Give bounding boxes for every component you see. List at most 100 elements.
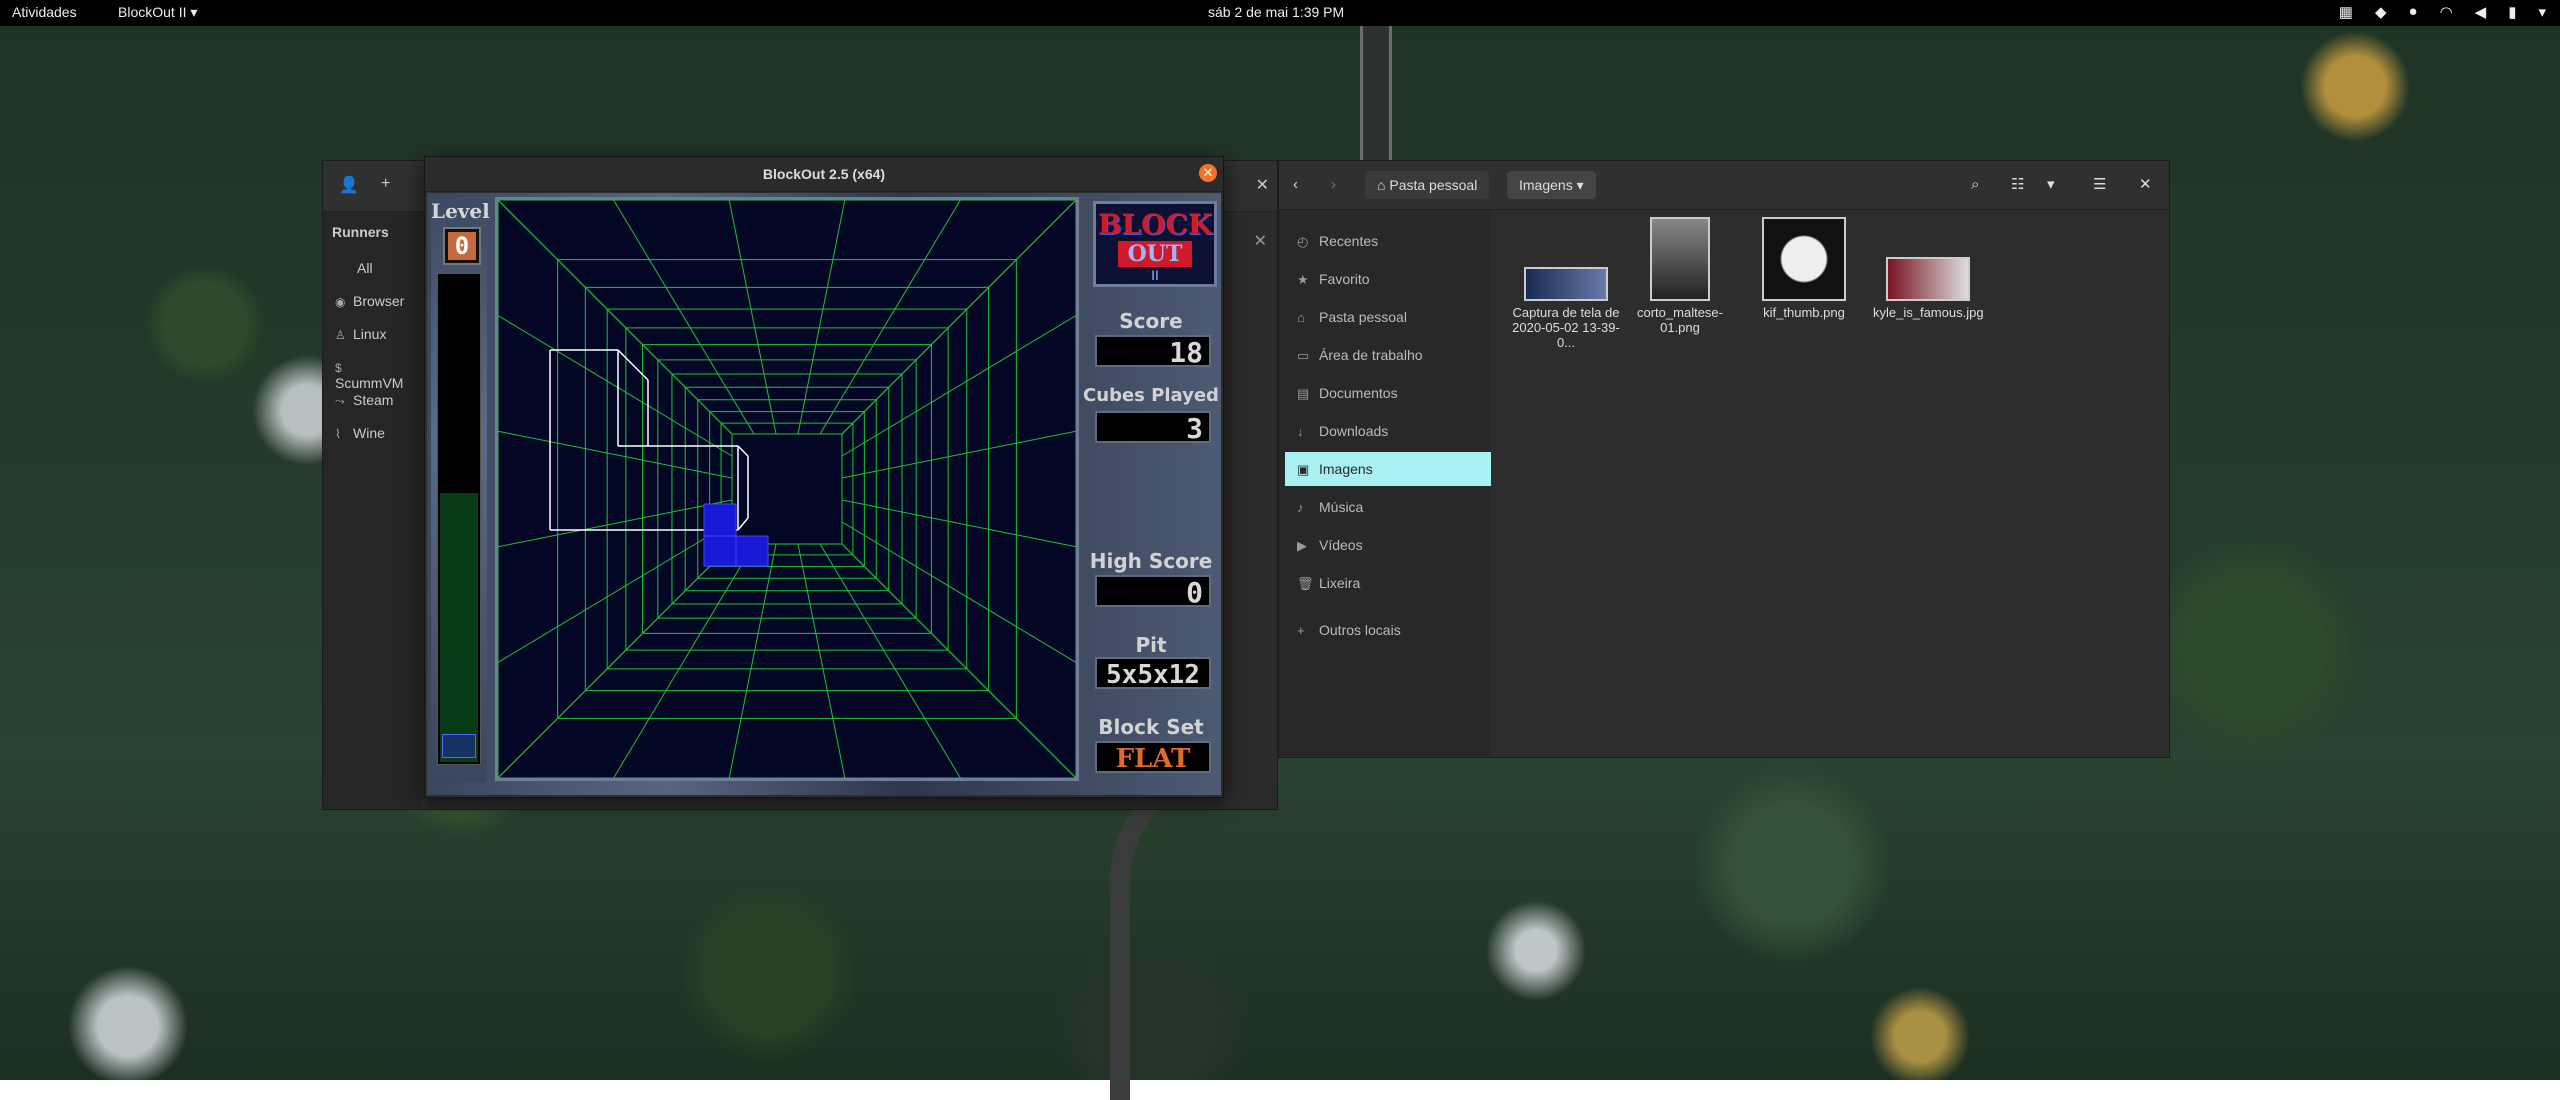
place-item[interactable]: ◴ Recentes xyxy=(1285,224,1491,258)
road xyxy=(1360,26,1392,166)
cube-icon xyxy=(442,734,476,758)
runner-item[interactable]: $ScummVM xyxy=(335,359,421,391)
runners-title: Runners xyxy=(332,224,389,240)
chevron-down-icon[interactable]: ▾ xyxy=(2538,3,2546,21)
breadcrumb-home[interactable]: ⌂ Pasta pessoal xyxy=(1365,171,1490,199)
cubes-label: Cubes Played xyxy=(1083,385,1219,406)
runner-item[interactable]: ⤳ Steam xyxy=(335,392,393,409)
pit-line xyxy=(613,200,755,435)
plus-icon: + xyxy=(1297,623,1305,638)
workspace-icon[interactable]: ▦ xyxy=(2339,3,2353,21)
place-item[interactable]: ▣ Imagens xyxy=(1285,452,1491,486)
pit-line xyxy=(797,543,846,778)
blockout-window: BlockOut 2.5 (x64) ✕ Level 0 BLOCK OUT I… xyxy=(424,156,1224,798)
pit-line xyxy=(841,200,1076,435)
place-item[interactable]: ★ Favorito xyxy=(1285,262,1491,296)
pit-line xyxy=(841,543,1076,778)
runner-item[interactable]: ⌇ Wine xyxy=(335,425,385,441)
battery-icon[interactable]: ▮ xyxy=(2508,3,2516,21)
scummvm-icon: $ xyxy=(335,361,342,375)
pit-line xyxy=(613,543,755,778)
file-thumbnail xyxy=(1762,217,1846,301)
file-item[interactable]: corto_maltese-01.png xyxy=(1625,217,1735,335)
level-label: Level xyxy=(431,199,490,223)
volume-icon[interactable]: ◀ xyxy=(2475,3,2487,21)
places-sidebar: ◴ Recentes ★ Favorito ⌂ Pasta pessoal ▭ Área… xyxy=(1279,210,1491,756)
falling-piece-edge xyxy=(737,445,749,457)
view-icon[interactable]: ☷ xyxy=(2011,171,2024,199)
place-item[interactable]: ▶ Vídeos xyxy=(1285,528,1491,562)
window-title: BlockOut 2.5 (x64) xyxy=(762,166,886,182)
chevron-down-icon[interactable]: ▾ xyxy=(2047,171,2055,199)
pit-line xyxy=(498,543,733,778)
close-icon[interactable]: ✕ xyxy=(1256,175,1269,195)
level-bar-fill xyxy=(440,492,478,762)
place-item[interactable]: + Outros locais xyxy=(1285,613,1491,647)
top-bar: Atividades BlockOut II ▾ sáb 2 de mai 1:… xyxy=(0,0,2560,26)
place-item[interactable]: ▤ Documentos xyxy=(1285,376,1491,410)
stats-panel: BLOCK OUT II Score 18 Cubes Played 3 Hig… xyxy=(1083,193,1219,795)
system-tray[interactable]: ▦ ◆ ● ◠ ◀ ▮ ▾ xyxy=(2339,3,2546,21)
runner-item[interactable]: ◉ Browser xyxy=(335,293,404,309)
game-pit[interactable] xyxy=(495,197,1079,781)
pit-value: 5x5x12 xyxy=(1095,657,1211,690)
app-menu[interactable]: BlockOut II ▾ xyxy=(118,4,197,21)
pit-line xyxy=(841,499,1076,548)
pit-line xyxy=(819,543,961,778)
dropbox-icon[interactable]: ◆ xyxy=(2375,3,2387,21)
wine-icon: ⌇ xyxy=(335,427,341,441)
score-value: 18 xyxy=(1095,335,1211,369)
wifi-icon[interactable]: ◠ xyxy=(2440,3,2453,21)
falling-piece-edge xyxy=(737,517,749,531)
runners-sidebar: Runners All ◉ Browser ♙ Linux $ScummVM ⤳ St… xyxy=(323,212,421,808)
level-box: 0 xyxy=(443,227,481,265)
forward-icon[interactable]: › xyxy=(1331,171,1336,199)
file-item[interactable]: Captura de tela de 2020-05-02 13-39-0... xyxy=(1511,267,1621,350)
download-icon: ↓ xyxy=(1297,424,1304,439)
file-item[interactable]: kif_thumb.png xyxy=(1749,217,1859,320)
landed-cube xyxy=(703,535,737,567)
pit-line xyxy=(498,499,733,548)
trash-icon: 🗑 xyxy=(1297,576,1314,591)
file-item[interactable]: kyle_is_famous.jpg xyxy=(1873,257,1984,320)
level-value: 0 xyxy=(448,232,476,260)
falling-piece-edge xyxy=(617,349,649,381)
music-icon: ♪ xyxy=(1297,500,1304,515)
star-icon: ★ xyxy=(1297,272,1309,287)
breadcrumb-current[interactable]: Imagens ▾ xyxy=(1507,171,1596,199)
pit-line xyxy=(841,430,1076,479)
game-area[interactable]: Level 0 BLOCK OUT II Score 18 Cubes Play… xyxy=(427,193,1221,795)
pit-line xyxy=(498,315,733,457)
close-icon[interactable]: ✕ xyxy=(1199,164,1217,182)
close-icon[interactable]: ✕ xyxy=(1254,231,1267,251)
file-thumbnail xyxy=(1650,217,1710,301)
menu-icon[interactable]: ☰ xyxy=(2093,171,2106,199)
user-icon[interactable]: 👤 xyxy=(339,175,359,195)
runner-item[interactable]: ♙ Linux xyxy=(335,326,386,342)
blockout-logo: BLOCK OUT II xyxy=(1093,201,1217,287)
blockset-value: FLAT xyxy=(1095,741,1211,774)
steam-tray-icon[interactable]: ● xyxy=(2409,3,2418,21)
clock[interactable]: sáb 2 de mai 1:39 PM xyxy=(1208,4,1344,20)
place-item[interactable]: ⌂ Pasta pessoal xyxy=(1285,300,1491,334)
search-icon[interactable]: ⌕ xyxy=(1971,171,1979,199)
pit-line xyxy=(841,315,1076,457)
pit-line xyxy=(498,521,733,663)
add-icon[interactable]: + xyxy=(381,175,390,193)
activities-button[interactable]: Atividades xyxy=(12,4,77,20)
place-item[interactable]: 🗑 Lixeira xyxy=(1285,566,1491,600)
back-icon[interactable]: ‹ xyxy=(1293,171,1298,199)
cubes-value: 3 xyxy=(1095,411,1211,445)
road xyxy=(1110,760,1280,1100)
close-icon[interactable]: ✕ xyxy=(2139,171,2152,199)
place-item[interactable]: ▭ Área de trabalho xyxy=(1285,338,1491,372)
high-score-value: 0 xyxy=(1095,575,1211,609)
runner-item[interactable]: All xyxy=(357,260,373,276)
place-item[interactable]: ↓ Downloads xyxy=(1285,414,1491,448)
pit-line xyxy=(728,200,777,435)
place-item[interactable]: ♪ Música xyxy=(1285,490,1491,524)
pit-line xyxy=(498,430,733,479)
pit-line xyxy=(819,200,961,435)
score-label: Score xyxy=(1119,309,1183,333)
files-window: ‹ › ⌂ Pasta pessoal Imagens ▾ ⌕ ☷ ▾ ☰ ✕ … xyxy=(1278,160,2170,758)
